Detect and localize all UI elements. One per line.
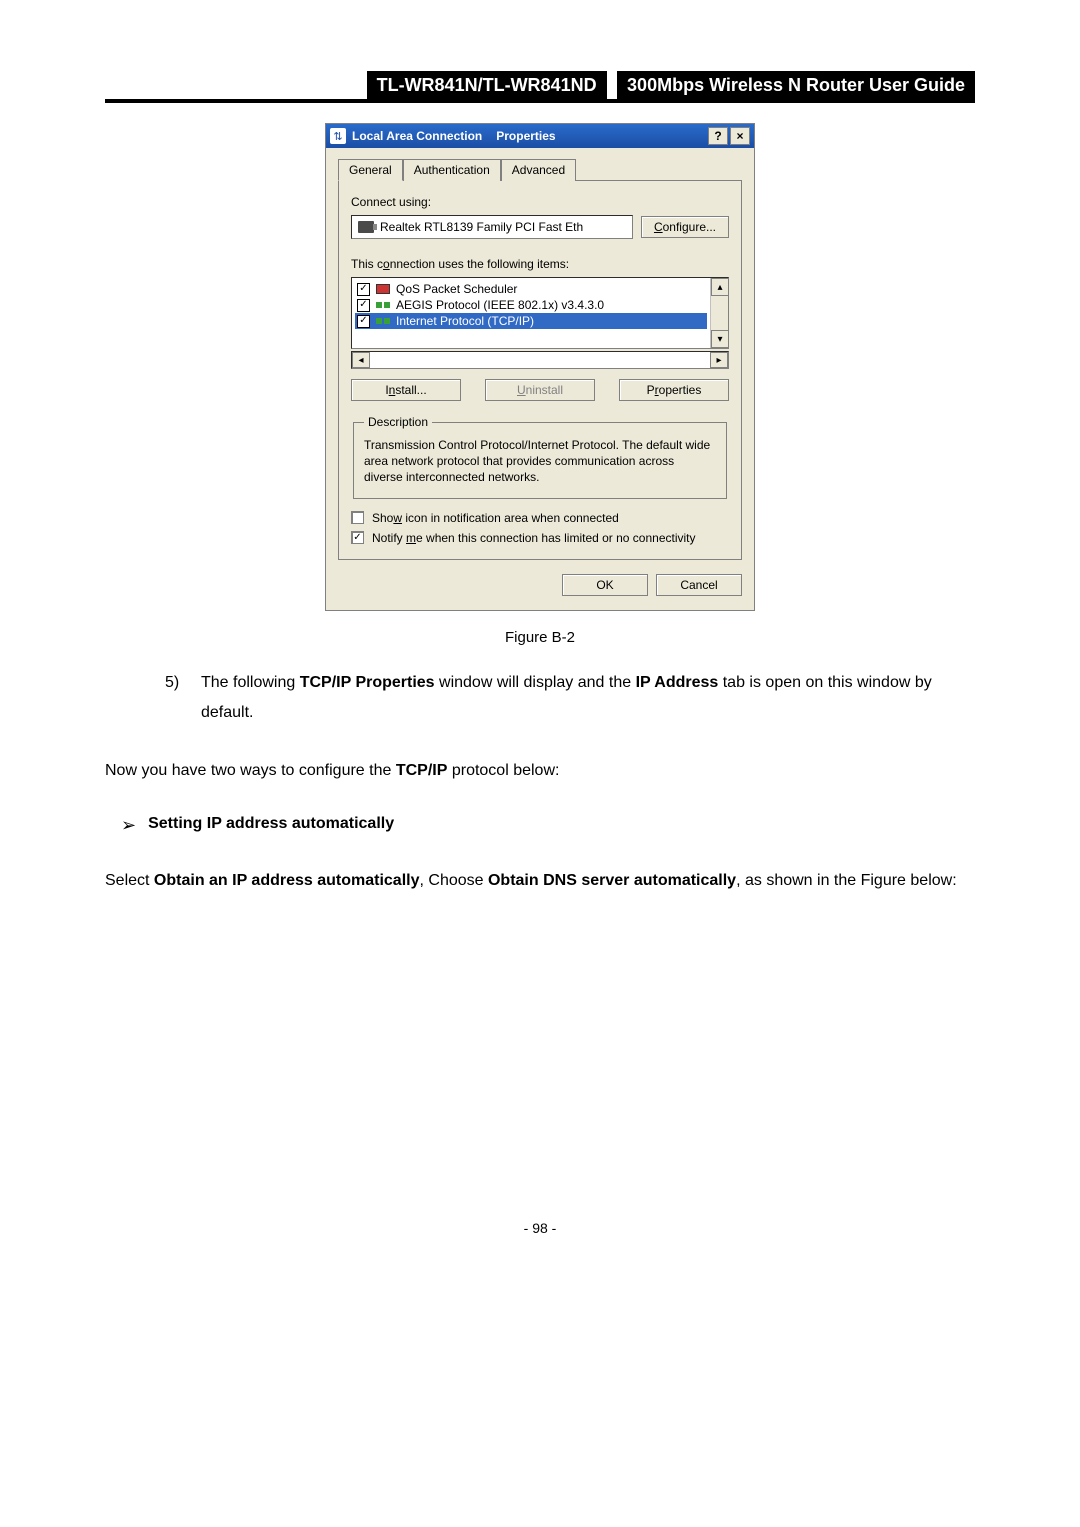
triangle-bullet-icon: ➢ — [121, 815, 136, 836]
step-text: The following TCP/IP Properties window w… — [201, 668, 975, 729]
paragraph-select-obtain: Select Obtain an IP address automaticall… — [105, 862, 975, 900]
scroll-right-icon[interactable]: ▸ — [710, 352, 728, 368]
document-header: TL-WR841N/TL-WR841ND 300Mbps Wireless N … — [105, 75, 975, 103]
checkbox-icon[interactable]: ✓ — [357, 299, 370, 312]
checkbox-icon[interactable]: ✓ — [357, 283, 370, 296]
horizontal-scrollbar[interactable]: ◂ ▸ — [351, 351, 729, 369]
vertical-scrollbar[interactable]: ▴ ▾ — [710, 278, 728, 348]
page-number: - 98 - — [105, 1220, 975, 1236]
dialog-title-1: Local Area Connection — [352, 129, 482, 143]
list-item-selected[interactable]: ✓ Internet Protocol (TCP/IP) — [355, 313, 707, 329]
description-legend: Description — [364, 415, 432, 429]
adapter-field[interactable]: Realtek RTL8139 Family PCI Fast Eth — [351, 215, 633, 239]
list-item[interactable]: ✓ QoS Packet Scheduler — [355, 281, 707, 297]
bullet-text: Setting IP address automatically — [148, 815, 394, 833]
checkbox-icon[interactable]: ✓ — [357, 315, 370, 328]
ok-button[interactable]: OK — [562, 574, 648, 596]
network-adapter-icon — [358, 221, 374, 233]
step-number: 5) — [165, 668, 201, 729]
item-label: Internet Protocol (TCP/IP) — [396, 314, 534, 328]
checkbox-unchecked-icon[interactable] — [351, 511, 364, 524]
configure-button[interactable]: Configure... — [641, 216, 729, 238]
install-button[interactable]: Install... — [351, 379, 461, 401]
checkbox-checked-icon[interactable]: ✓ — [351, 531, 364, 544]
dialog-title-2: Properties — [496, 129, 708, 143]
qos-icon — [376, 284, 390, 294]
properties-button[interactable]: Properties — [619, 379, 729, 401]
show-icon-checkbox-row[interactable]: Show icon in notification area when conn… — [351, 511, 729, 525]
bullet-auto-ip: ➢ Setting IP address automatically — [105, 815, 975, 836]
scroll-left-icon[interactable]: ◂ — [352, 352, 370, 368]
notify-checkbox-row[interactable]: ✓ Notify me when this connection has lim… — [351, 531, 729, 545]
protocol-icon — [376, 315, 390, 327]
list-item[interactable]: ✓ AEGIS Protocol (IEEE 802.1x) v3.4.3.0 — [355, 297, 707, 313]
item-label: AEGIS Protocol (IEEE 802.1x) v3.4.3.0 — [396, 298, 604, 312]
adapter-name: Realtek RTL8139 Family PCI Fast Eth — [380, 220, 583, 234]
network-connection-icon: ⇅ — [330, 128, 346, 144]
description-text: Transmission Control Protocol/Internet P… — [364, 437, 716, 486]
doc-model: TL-WR841N/TL-WR841ND — [367, 71, 607, 99]
tab-advanced[interactable]: Advanced — [501, 159, 576, 181]
connect-using-label: Connect using: — [351, 195, 729, 209]
items-label: This connection uses the following items… — [351, 257, 729, 271]
scroll-down-icon[interactable]: ▾ — [711, 330, 729, 348]
description-group: Description Transmission Control Protoco… — [353, 415, 727, 499]
tabs: General Authentication Advanced — [338, 158, 742, 181]
uninstall-button[interactable]: Uninstall — [485, 379, 595, 401]
items-listbox[interactable]: ✓ QoS Packet Scheduler ✓ AEGIS Protocol … — [351, 277, 729, 349]
help-button[interactable]: ? — [708, 127, 728, 145]
dialog-titlebar[interactable]: ⇅ Local Area Connection Properties ? × — [326, 124, 754, 148]
show-icon-label: Show icon in notification area when conn… — [372, 511, 619, 525]
doc-title: 300Mbps Wireless N Router User Guide — [617, 71, 975, 99]
cancel-button[interactable]: Cancel — [656, 574, 742, 596]
protocol-icon — [376, 299, 390, 311]
step-5: 5) The following TCP/IP Properties windo… — [105, 668, 975, 729]
tab-general[interactable]: General — [338, 159, 403, 181]
figure-label: Figure B-2 — [105, 629, 975, 646]
properties-dialog: ⇅ Local Area Connection Properties ? × G… — [325, 123, 755, 611]
tab-panel-general: Connect using: Realtek RTL8139 Family PC… — [338, 181, 742, 560]
paragraph-config-ways: Now you have two ways to configure the T… — [105, 756, 975, 786]
tab-authentication[interactable]: Authentication — [403, 159, 501, 181]
item-label: QoS Packet Scheduler — [396, 282, 517, 296]
notify-label: Notify me when this connection has limit… — [372, 531, 696, 545]
scroll-up-icon[interactable]: ▴ — [711, 278, 729, 296]
close-button[interactable]: × — [730, 127, 750, 145]
